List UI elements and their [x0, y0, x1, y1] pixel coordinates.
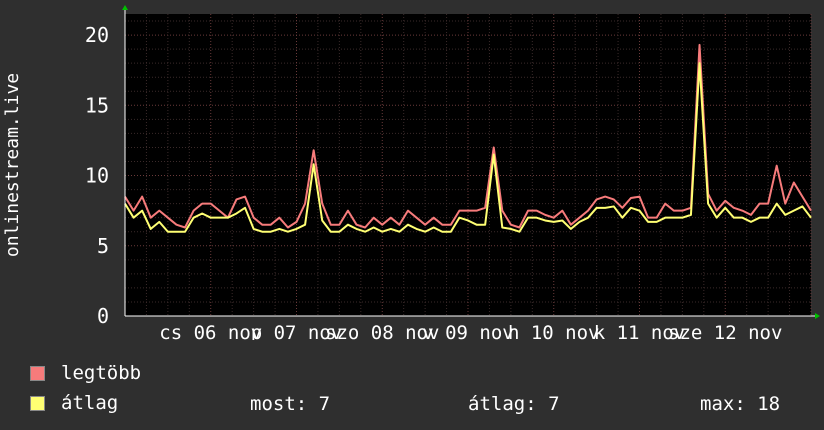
x-tick-label: h 10 nov [508, 322, 600, 340]
x-tick-label: cs 06 nov [159, 322, 262, 340]
chart: 0 5 10 15 20 cs 06 novp 07 novszo 08 novv 09… [2, 5, 820, 340]
stat-avg: átlag: 7 [468, 393, 560, 415]
legend-swatch-atlag [30, 395, 45, 411]
y-tick-labels: 0 5 10 15 20 [85, 23, 109, 328]
legend-item-legtobb: legtöbb [30, 363, 141, 383]
stat-max: max: 18 [700, 393, 781, 415]
legend-swatch-legtobb [30, 365, 45, 381]
x-tick-label: v 09 nov [422, 322, 514, 340]
x-axis-arrow [815, 313, 820, 319]
legend-label-atlag: átlag [61, 392, 119, 414]
x-tick-labels: cs 06 novp 07 novszo 08 novv 09 novh 10 … [159, 322, 782, 340]
y-tick-label: 20 [85, 23, 109, 47]
stat-now: most: 7 [250, 393, 331, 415]
y-tick-label: 0 [97, 304, 109, 328]
y-tick-label: 5 [97, 234, 109, 258]
legend-item-atlag: átlag [30, 393, 118, 413]
y-axis-label: onlinestream.live [2, 73, 23, 257]
legend-label-legtobb: legtöbb [61, 362, 142, 384]
y-tick-label: 10 [85, 164, 109, 188]
y-tick-label: 15 [85, 93, 109, 117]
y-axis-arrow [122, 5, 128, 10]
x-tick-label: sze 12 nov [668, 322, 782, 340]
